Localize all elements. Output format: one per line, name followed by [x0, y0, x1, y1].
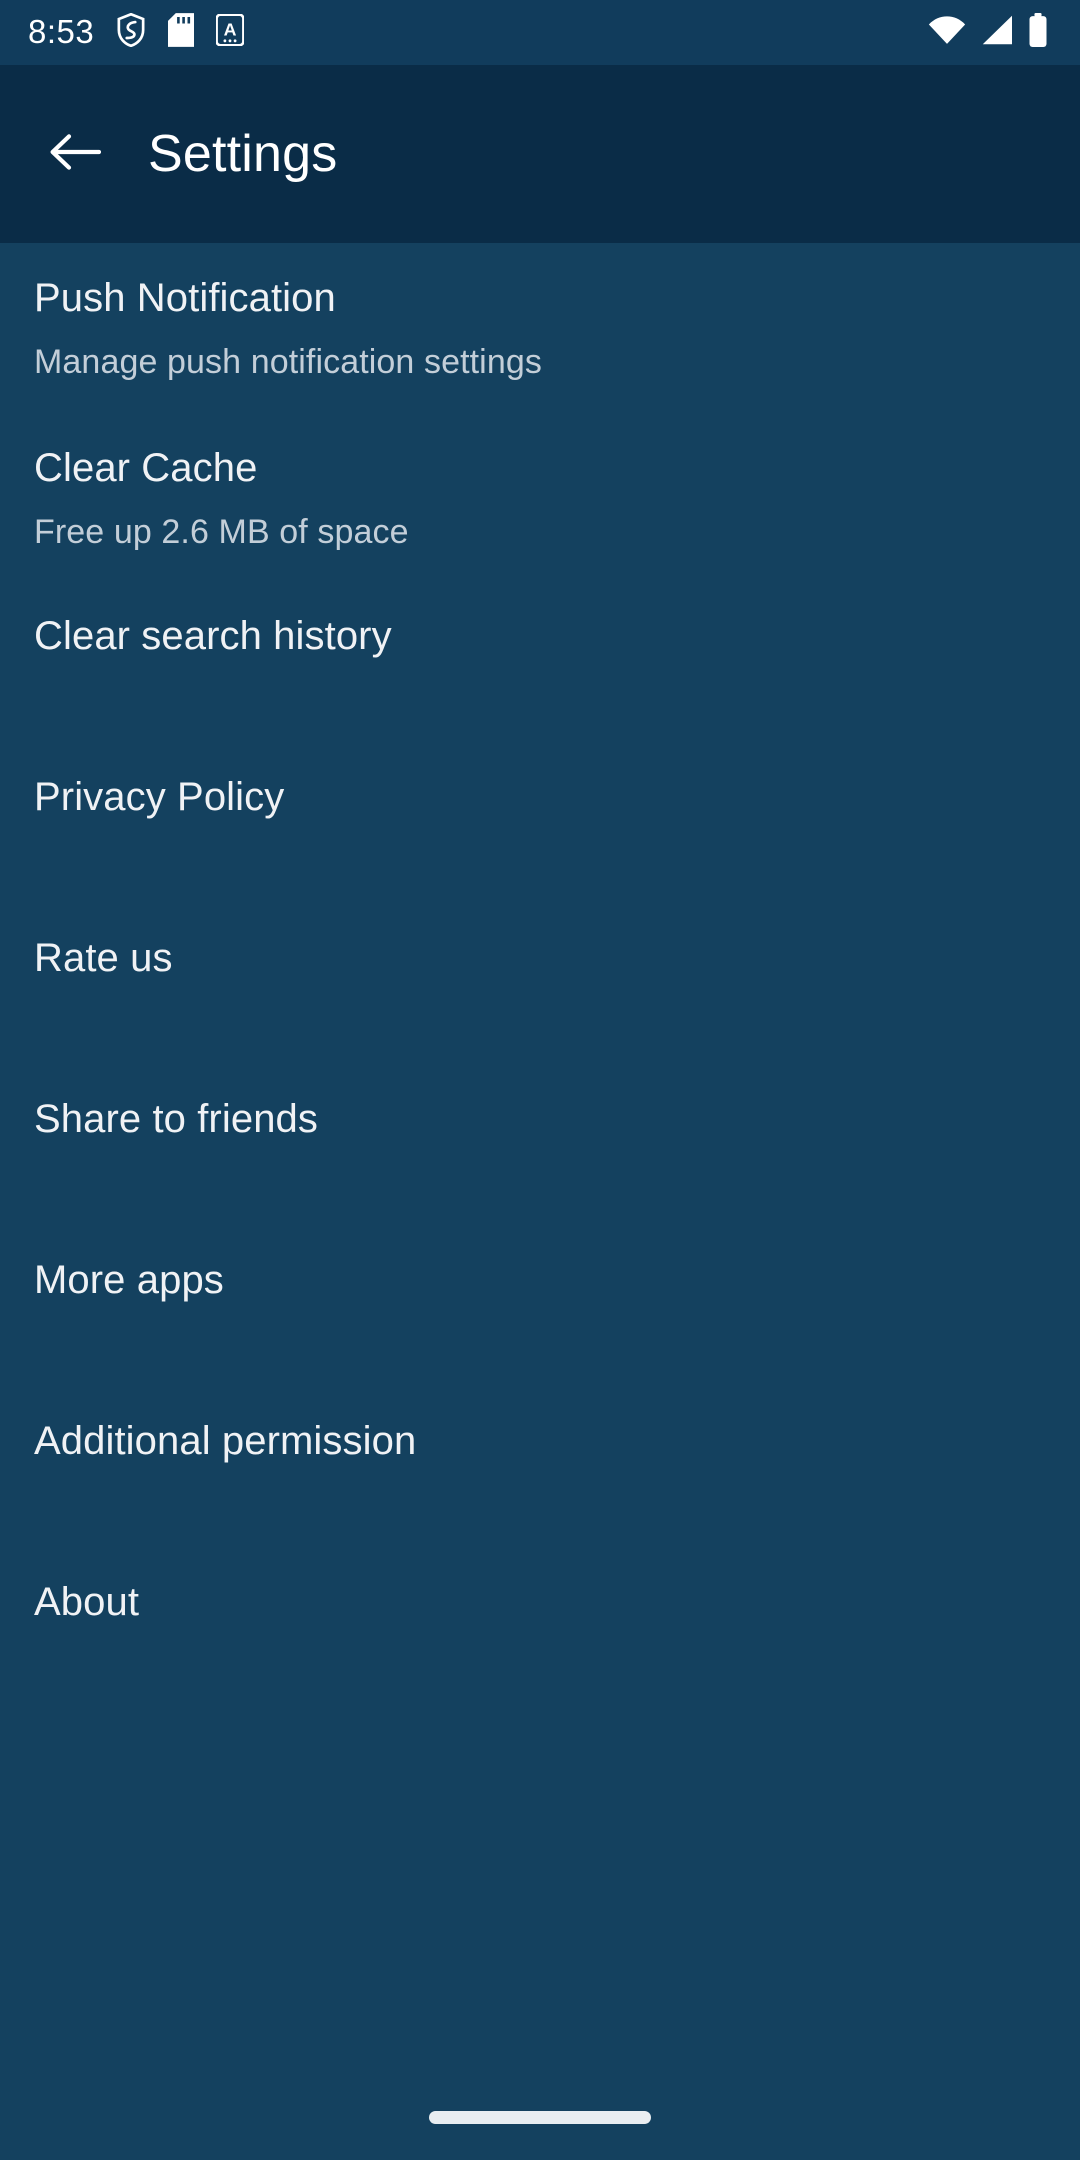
list-item-title: More apps [34, 1258, 224, 1302]
app-bar: Settings [0, 65, 1080, 243]
settings-item-share-to-friends[interactable]: Share to friends [0, 1072, 1080, 1233]
list-item-title: Additional permission [34, 1419, 417, 1463]
list-item-title: Push Notification [34, 276, 336, 320]
status-bar-left-cluster: 8:53 A [28, 12, 245, 52]
list-item-title: Share to friends [34, 1097, 318, 1141]
list-item-title: Privacy Policy [34, 775, 285, 819]
navigation-bar [0, 2074, 1080, 2160]
settings-item-clear-search-history[interactable]: Clear search history [0, 589, 1080, 750]
settings-item-rate-us[interactable]: Rate us [0, 911, 1080, 1072]
list-item-title: Rate us [34, 936, 173, 980]
list-item-subtitle: Free up 2.6 MB of space [34, 513, 409, 552]
page-title: Settings [148, 125, 338, 183]
settings-item-privacy-policy[interactable]: Privacy Policy [0, 750, 1080, 911]
battery-icon [1028, 13, 1048, 52]
status-bar-clock: 8:53 [28, 13, 95, 50]
svg-text:A: A [224, 20, 237, 40]
sd-card-icon [168, 13, 195, 52]
settings-screen: 8:53 A Settings Push Notification Manage… [0, 0, 1080, 2160]
vpn-shield-icon [116, 12, 146, 52]
settings-item-clear-cache[interactable]: Clear Cache Free up 2.6 MB of space [0, 419, 1080, 589]
list-item-subtitle: Manage push notification settings [34, 343, 542, 382]
cellular-signal-icon [980, 15, 1014, 50]
alphabet-keyboard-icon: A [215, 13, 245, 51]
list-item-title: Clear search history [34, 614, 392, 658]
settings-item-push-notification[interactable]: Push Notification Manage push notificati… [0, 249, 1080, 419]
settings-item-about[interactable]: About [0, 1555, 1080, 1716]
home-gesture-pill[interactable] [429, 2110, 651, 2124]
settings-list: Push Notification Manage push notificati… [0, 243, 1080, 2074]
wifi-icon [928, 15, 966, 50]
back-button[interactable] [42, 121, 108, 187]
settings-item-additional-permission[interactable]: Additional permission [0, 1394, 1080, 1555]
list-item-title: Clear Cache [34, 446, 258, 490]
settings-item-more-apps[interactable]: More apps [0, 1233, 1080, 1394]
status-bar-right-cluster [928, 13, 1048, 52]
arrow-left-icon [49, 132, 102, 177]
status-bar: 8:53 A [0, 0, 1080, 65]
list-item-title: About [34, 1580, 140, 1624]
